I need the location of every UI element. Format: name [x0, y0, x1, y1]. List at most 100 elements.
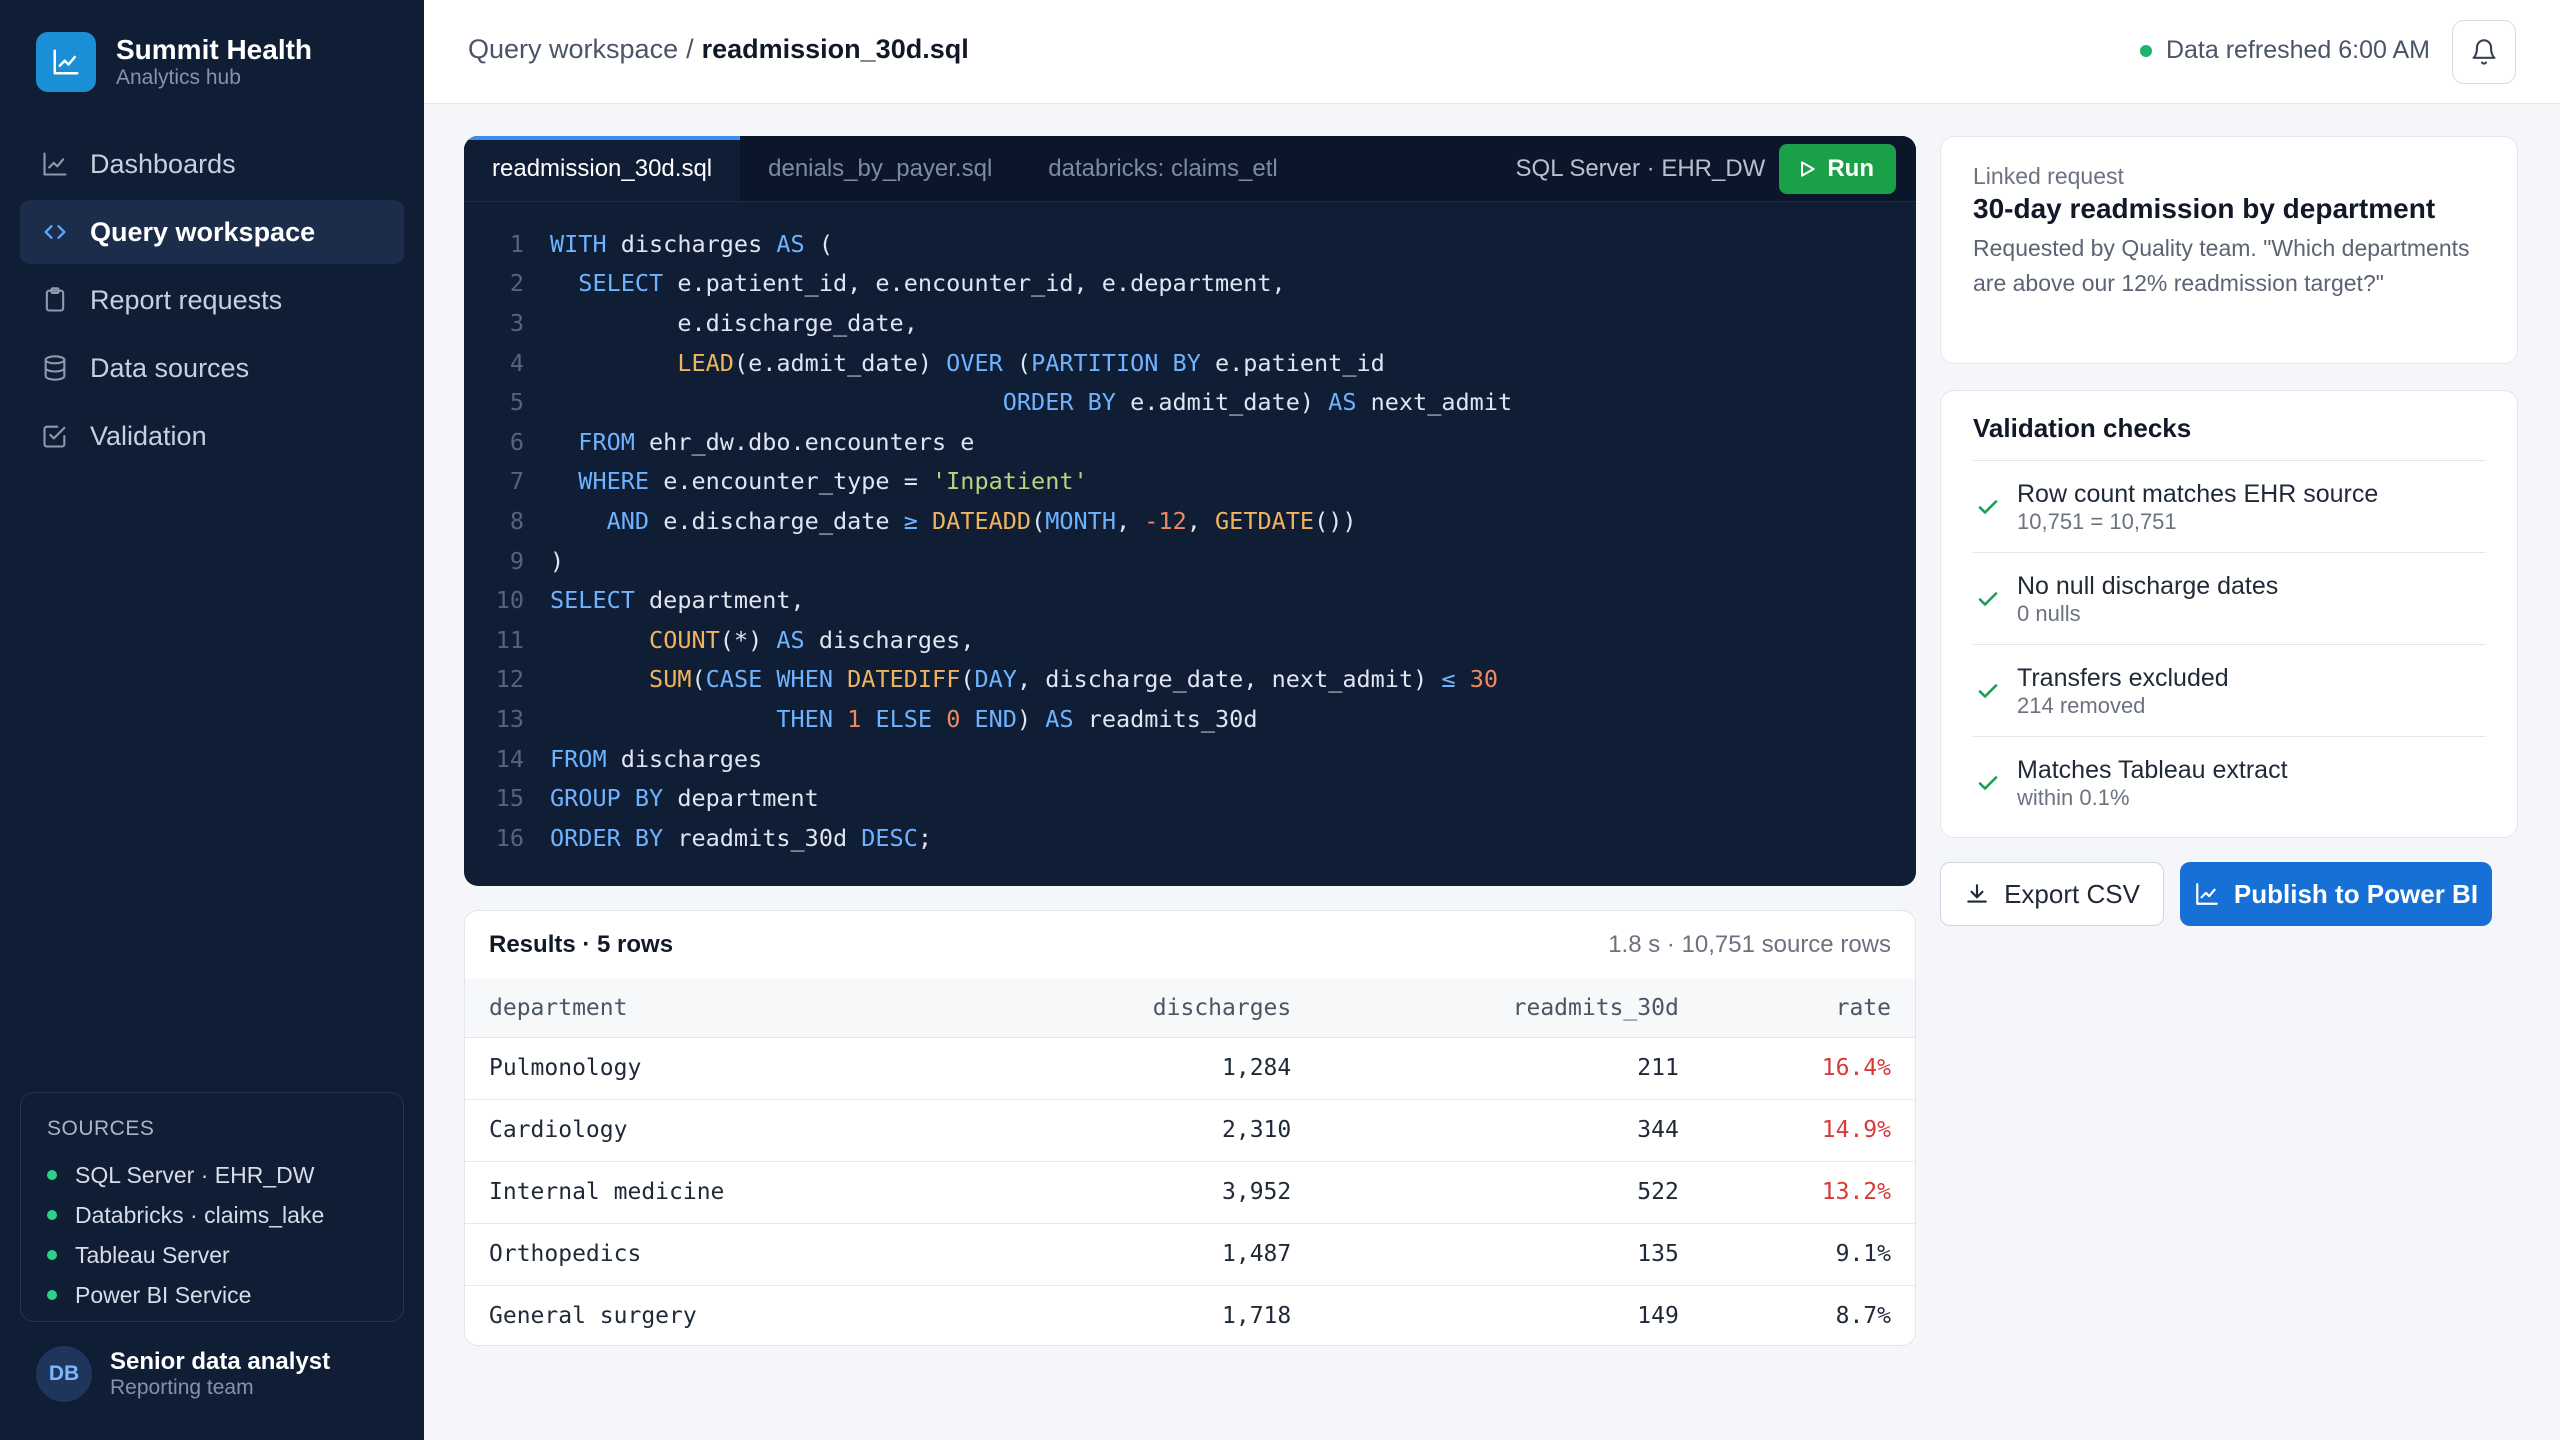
line-number: 3: [509, 308, 524, 337]
code-token: ORDER BY: [550, 823, 664, 852]
sidebar-item-label: Report requests: [90, 284, 283, 315]
check-detail: 10,751 = 10,751: [2017, 508, 2177, 534]
code-token: SELECT: [578, 269, 664, 298]
column-header-rate[interactable]: rate: [1702, 979, 1915, 1038]
linked-request-card[interactable]: Linked request 30-day readmission by dep…: [1940, 136, 2518, 364]
line-number: 15: [495, 784, 524, 813]
code-text: THEN 1 ELSE 0 END) AS readmits_30d: [550, 705, 1257, 733]
validation-item[interactable]: Matches Tableau extract within 0.1%: [1973, 737, 2485, 829]
play-icon: [1801, 161, 1816, 177]
cell-readmits: 522: [1315, 1161, 1703, 1224]
code-token: DAY: [974, 665, 1017, 694]
code-line: 3 e.discharge_date,: [464, 303, 1916, 343]
tab-claims-etl[interactable]: databricks: claims_etl: [1020, 136, 1305, 201]
code-text: SUM(CASE WHEN DATEDIFF(DAY, discharge_da…: [550, 665, 1498, 693]
line-number: 4: [509, 348, 524, 377]
validation-item[interactable]: Transfers excluded 214 removed: [1973, 645, 2485, 737]
tab-readmission[interactable]: readmission_30d.sql: [464, 136, 741, 201]
code-token: DATEADD: [932, 506, 1032, 535]
user-profile[interactable]: DB Senior data analyst Reporting team: [36, 1346, 330, 1402]
table-row[interactable]: Internal medicine 3,952 522 13.2%: [465, 1161, 1915, 1224]
line-number: 1: [509, 229, 524, 258]
source-item[interactable]: Tableau Server: [47, 1235, 379, 1275]
source-item[interactable]: Power BI Service: [47, 1275, 379, 1315]
code-line: 13 THEN 1 ELSE 0 END) AS readmits_30d: [464, 699, 1916, 739]
column-header-readmits[interactable]: readmits_30d: [1315, 979, 1703, 1038]
source-item[interactable]: Databricks · claims_lake: [47, 1195, 379, 1235]
check-icon: [1973, 679, 2003, 703]
sidebar-item-label: Query workspace: [90, 216, 316, 247]
breadcrumb-parent[interactable]: Query workspace: [468, 34, 678, 64]
validation-item[interactable]: Row count matches EHR source 10,751 = 10,…: [1973, 461, 2485, 553]
cell-discharges: 2,310: [977, 1099, 1316, 1162]
sidebar-item-label: Validation: [90, 420, 207, 451]
table-row[interactable]: Cardiology 2,310 344 14.9%: [465, 1099, 1915, 1162]
column-header-discharges[interactable]: discharges: [977, 979, 1316, 1038]
code-token: AS: [1328, 388, 1357, 417]
code-text: WITH discharges AS (: [550, 230, 833, 258]
export-csv-button[interactable]: Export CSV: [1940, 862, 2164, 926]
code-text: ORDER BY e.admit_date) AS next_admit: [550, 388, 1512, 416]
code-line: 4 LEAD(e.admit_date) OVER (PARTITION BY …: [464, 343, 1916, 383]
code-token: (*): [719, 625, 777, 654]
sidebar-item-data-sources[interactable]: Data sources: [20, 336, 404, 400]
code-text: ): [550, 547, 564, 575]
table-row[interactable]: Pulmonology 1,284 211 16.4%: [465, 1037, 1915, 1100]
cell-rate: 13.2%: [1702, 1161, 1915, 1224]
notifications-button[interactable]: [2452, 20, 2516, 84]
code-token: (: [1031, 506, 1046, 535]
source-label: SQL Server · EHR_DW: [75, 1161, 315, 1188]
status-dot: [47, 1290, 57, 1300]
table-row[interactable]: Orthopedics 1,487 135 9.1%: [465, 1223, 1915, 1286]
cell-department: Internal medicine: [465, 1161, 978, 1224]
line-number: 2: [509, 269, 524, 298]
sidebar-item-report-requests[interactable]: Report requests: [20, 268, 404, 332]
request-title: 30-day readmission by department: [1973, 193, 2436, 224]
brand[interactable]: Summit Health Analytics hub: [36, 32, 312, 92]
code-icon: [40, 217, 70, 247]
cell-department: Pulmonology: [465, 1037, 978, 1100]
code-token: ELSE: [875, 704, 933, 733]
code-line: 1 WITH discharges AS (: [464, 224, 1916, 264]
line-number: 6: [509, 427, 524, 456]
tab-denials[interactable]: denials_by_payer.sql: [740, 136, 1020, 201]
bell-icon: [2472, 39, 2496, 65]
table-row[interactable]: General surgery 1,718 149 8.7%: [465, 1285, 1915, 1345]
check-square-icon: [40, 421, 70, 451]
chart-line-icon: [40, 149, 70, 179]
code-token: WHERE: [578, 467, 650, 496]
sidebar: Summit Health Analytics hub Dashboards Q…: [0, 0, 424, 1440]
publish-power-bi-button[interactable]: Publish to Power BI: [2180, 862, 2492, 926]
validation-item[interactable]: No null discharge dates 0 nulls: [1973, 553, 2485, 645]
refresh-text: Data refreshed 6:00 AM: [2165, 36, 2430, 64]
connection-label[interactable]: SQL Server · EHR_DW: [1516, 155, 1766, 183]
sidebar-item-query-workspace[interactable]: Query workspace: [20, 200, 404, 264]
results-table: department discharges readmits_30d rate …: [465, 979, 1915, 1345]
code-token: department: [663, 784, 819, 813]
check-detail: 214 removed: [2017, 692, 2146, 718]
code-line: 12 SUM(CASE WHEN DATEDIFF(DAY, discharge…: [464, 660, 1916, 700]
code-token: discharges,: [804, 625, 975, 654]
run-label: Run: [1827, 155, 1874, 182]
code-token: ,: [1115, 506, 1145, 535]
column-header-department[interactable]: department: [465, 979, 978, 1038]
code-token: ORDER BY: [1002, 388, 1116, 417]
code-token: 'Inpatient': [932, 467, 1088, 496]
cell-rate: 9.1%: [1702, 1223, 1915, 1286]
source-item[interactable]: SQL Server · EHR_DW: [47, 1155, 379, 1195]
sidebar-item-dashboards[interactable]: Dashboards: [20, 132, 404, 196]
code-token: ≥: [903, 506, 918, 535]
code-token: AS: [776, 229, 805, 258]
code-token: AND: [606, 506, 650, 535]
sidebar-item-validation[interactable]: Validation: [20, 404, 404, 468]
code-token: e.admit_date): [1115, 388, 1329, 417]
code-token: , discharge_date, next_admit): [1016, 665, 1442, 694]
code-area[interactable]: 1 WITH discharges AS (2 SELECT e.patient_…: [464, 202, 1916, 858]
run-button[interactable]: Run: [1779, 144, 1896, 194]
line-number: 9: [509, 546, 524, 575]
